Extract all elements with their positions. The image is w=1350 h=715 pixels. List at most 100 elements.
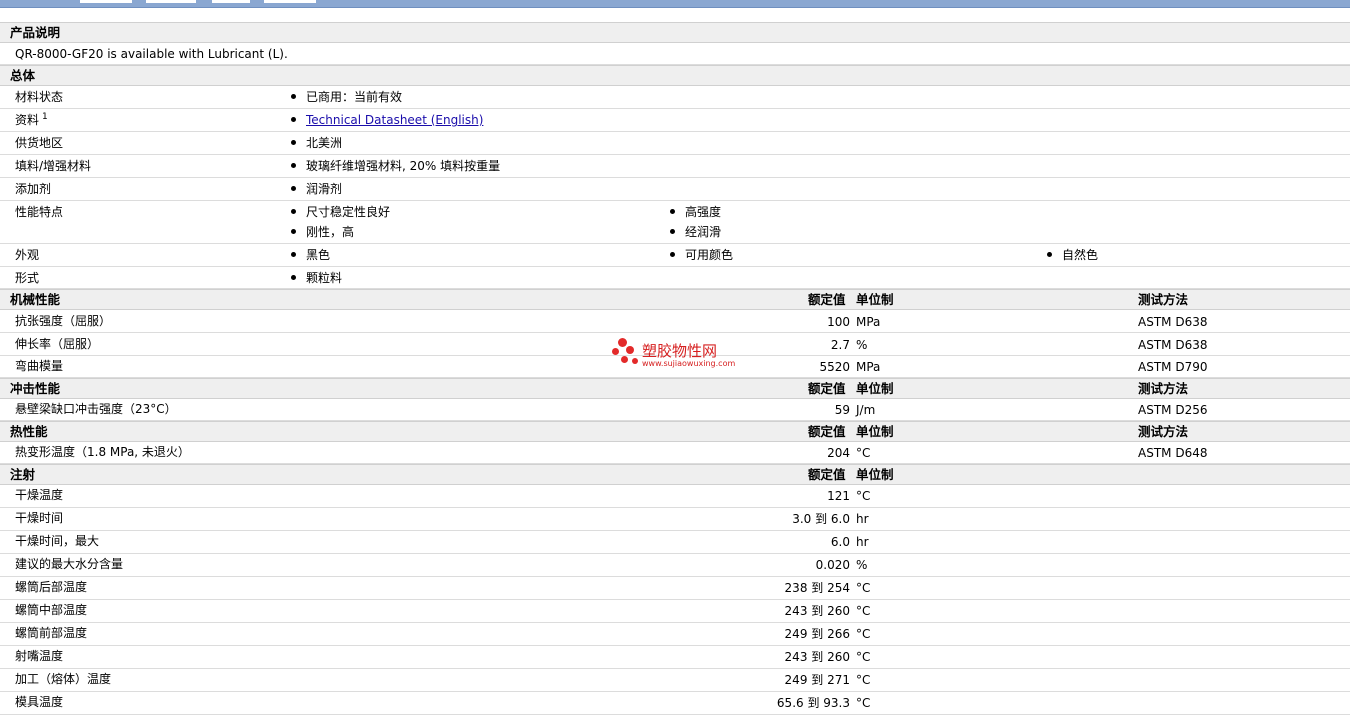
watermark-logo: 塑胶物性网 www.sujiaowuxing.com (612, 338, 742, 372)
property-value: 可用颜色 (670, 245, 733, 265)
property-label: 螺筒前部温度 (15, 626, 88, 640)
property-unit: °C (856, 581, 871, 595)
watermark-text: 塑胶物性网 (642, 342, 718, 360)
section-title: 总体 (10, 68, 36, 83)
property-value: 243 到 260 (784, 604, 850, 618)
general-filler-row: 填料/增强材料 玻璃纤维增强材料, 20% 填料按重量 (0, 155, 1350, 178)
test-method: ASTM D638 (1138, 315, 1208, 329)
property-label: 加工（熔体）温度 (15, 672, 112, 686)
property-unit: °C (856, 650, 871, 664)
property-value: 121 (827, 489, 850, 503)
section-description: 产品说明 (0, 22, 1350, 43)
general-additive-row: 添加剂 润滑剂 (0, 178, 1350, 201)
table-row: 模具温度 65.6 到 93.3 °C (0, 692, 1350, 715)
property-value: 204 (827, 446, 850, 460)
property-value: 自然色 (1047, 245, 1098, 265)
watermark-url: www.sujiaowuxing.com (642, 359, 736, 368)
property-unit: % (856, 338, 868, 352)
property-value: 238 到 254 (784, 581, 850, 595)
description-text: QR-8000-GF20 is available with Lubricant… (15, 47, 288, 61)
table-row: 加工（熔体）温度 249 到 271 °C (0, 669, 1350, 692)
property-label: 伸长率（屈服） (15, 337, 100, 351)
property-value: 玻璃纤维增强材料, 20% 填料按重量 (291, 156, 500, 176)
nav-tab[interactable] (264, 0, 316, 3)
property-label: 干燥温度 (15, 488, 64, 502)
property-value: 0.020 (815, 558, 850, 572)
property-value: 3.0 到 6.0 (792, 512, 850, 526)
property-unit: MPa (856, 360, 881, 374)
property-label: 添加剂 (15, 182, 52, 196)
logo-dot (626, 346, 634, 354)
section-thermal: 热性能 额定值 单位制 测试方法 (0, 421, 1350, 442)
property-label: 供货地区 (15, 136, 64, 150)
property-unit: °C (856, 604, 871, 618)
nav-tab[interactable] (212, 0, 250, 3)
header-value: 额定值 (808, 467, 846, 482)
header-method: 测试方法 (1138, 424, 1189, 439)
section-title: 注射 (10, 467, 36, 482)
section-title: 热性能 (10, 424, 48, 439)
logo-dot (632, 358, 638, 364)
property-label: 资料 1 (15, 112, 48, 127)
property-unit: % (856, 558, 868, 572)
property-value: 黑色 (291, 245, 330, 265)
general-features-row: 性能特点 尺寸稳定性良好 高强度 刚性，高 经润滑 (0, 201, 1350, 244)
section-title: 机械性能 (10, 292, 61, 307)
header-method: 测试方法 (1138, 292, 1189, 307)
header-unit: 单位制 (856, 467, 894, 482)
property-label: 弯曲模量 (15, 359, 64, 373)
property-value: 刚性，高 (291, 222, 354, 242)
property-value: 北美洲 (291, 133, 342, 153)
property-value: 6.0 (830, 535, 850, 549)
property-unit: hr (856, 535, 869, 549)
header-unit: 单位制 (856, 424, 894, 439)
property-label: 外观 (15, 248, 40, 262)
property-unit: °C (856, 696, 871, 710)
property-unit: MPa (856, 315, 881, 329)
section-title: 产品说明 (10, 25, 61, 40)
property-label: 干燥时间 (15, 511, 64, 525)
property-label: 干燥时间，最大 (15, 534, 100, 548)
property-label: 螺筒后部温度 (15, 580, 88, 594)
footnote-marker: 1 (42, 112, 48, 122)
logo-dot (612, 348, 619, 355)
property-value: 颗粒料 (291, 268, 342, 288)
property-label: 填料/增强材料 (15, 159, 92, 173)
property-label: 螺筒中部温度 (15, 603, 88, 617)
test-method: ASTM D648 (1138, 446, 1208, 460)
header-value: 额定值 (808, 292, 846, 307)
table-row: 螺筒中部温度 243 到 260 °C (0, 600, 1350, 623)
test-method: ASTM D638 (1138, 338, 1208, 352)
property-value: 经润滑 (670, 222, 721, 242)
property-unit: hr (856, 512, 869, 526)
test-method: ASTM D256 (1138, 403, 1208, 417)
property-value: 59 (834, 403, 850, 417)
table-row: 悬壁梁缺口冲击强度（23°C） 59 J/m ASTM D256 (0, 399, 1350, 421)
header-unit: 单位制 (856, 381, 894, 396)
section-general: 总体 (0, 65, 1350, 86)
property-label: 模具温度 (15, 695, 64, 709)
header-method: 测试方法 (1138, 381, 1189, 396)
nav-tab[interactable] (80, 0, 132, 3)
logo-dot (618, 338, 627, 347)
property-label: 形式 (15, 271, 40, 285)
property-value: 100 (827, 315, 850, 329)
property-value: 尺寸稳定性良好 (291, 202, 390, 222)
property-value: 243 到 260 (784, 650, 850, 664)
datasheet-link[interactable]: Technical Datasheet (English) (306, 113, 483, 127)
property-value: 2.7 (830, 338, 850, 352)
general-region-row: 供货地区 北美洲 (0, 132, 1350, 155)
property-label: 建议的最大水分含量 (15, 557, 124, 571)
header-unit: 单位制 (856, 292, 894, 307)
nav-tab[interactable] (146, 0, 196, 3)
property-value: 65.6 到 93.3 (776, 696, 850, 710)
section-injection: 注射 额定值 单位制 (0, 464, 1350, 485)
table-row: 干燥时间 3.0 到 6.0 hr (0, 508, 1350, 531)
property-label: 悬壁梁缺口冲击强度（23°C） (15, 402, 177, 416)
section-title: 冲击性能 (10, 381, 61, 396)
general-appearance-row: 外观 黑色 可用颜色 自然色 (0, 244, 1350, 267)
table-row: 热变形温度（1.8 MPa, 未退火） 204 °C ASTM D648 (0, 442, 1350, 464)
datasheet-item: Technical Datasheet (English) (291, 110, 483, 130)
table-row: 干燥温度 121 °C (0, 485, 1350, 508)
property-value: 高强度 (670, 202, 721, 222)
